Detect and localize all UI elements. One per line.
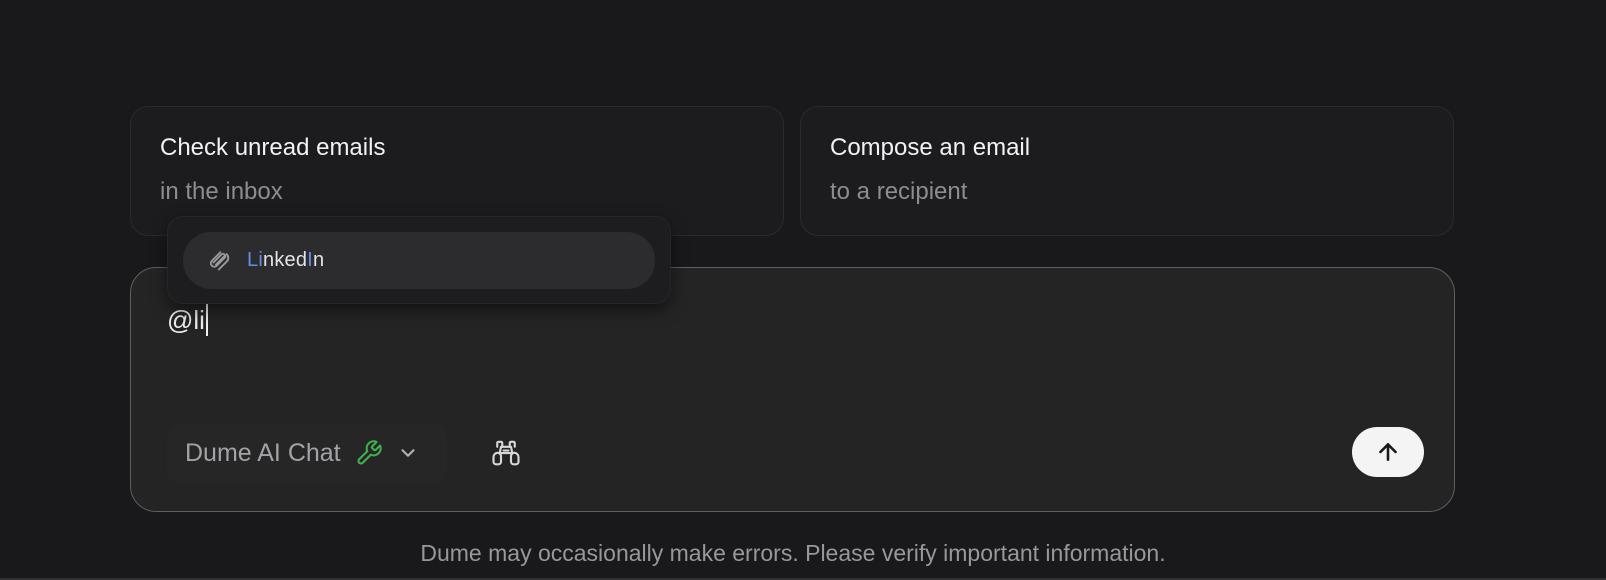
disclaimer-text: Dume may occasionally make errors. Pleas… bbox=[420, 540, 1166, 566]
suggestion-title: Check unread emails bbox=[160, 134, 386, 161]
mention-option-linkedin[interactable]: LinkedIn bbox=[183, 232, 655, 289]
model-selector-label: Dume AI Chat bbox=[185, 438, 341, 467]
chat-page: Check unread emails in the inbox Compose… bbox=[0, 0, 1606, 580]
text-caret bbox=[205, 304, 208, 336]
mention-option-label: LinkedIn bbox=[247, 249, 324, 272]
suggestion-title: Compose an email bbox=[830, 134, 1031, 161]
message-input-value: @li bbox=[167, 305, 205, 335]
wrench-icon bbox=[355, 439, 383, 467]
binoculars-icon[interactable] bbox=[491, 438, 521, 468]
paperclip-icon bbox=[205, 247, 233, 275]
send-button[interactable] bbox=[1352, 427, 1424, 477]
message-input[interactable]: @li bbox=[167, 304, 208, 336]
suggestion-subtitle: to a recipient bbox=[830, 178, 968, 205]
arrow-up-icon bbox=[1375, 439, 1401, 465]
mention-option-text: LinkedIn bbox=[247, 249, 325, 271]
mention-suggestions-popup: LinkedIn bbox=[167, 216, 671, 304]
chevron-down-icon[interactable] bbox=[397, 442, 419, 464]
suggestion-card-compose-email[interactable]: Compose an email to a recipient bbox=[800, 106, 1454, 236]
model-selector[interactable]: Dume AI Chat bbox=[167, 423, 447, 483]
suggestion-subtitle: in the inbox bbox=[160, 178, 283, 205]
